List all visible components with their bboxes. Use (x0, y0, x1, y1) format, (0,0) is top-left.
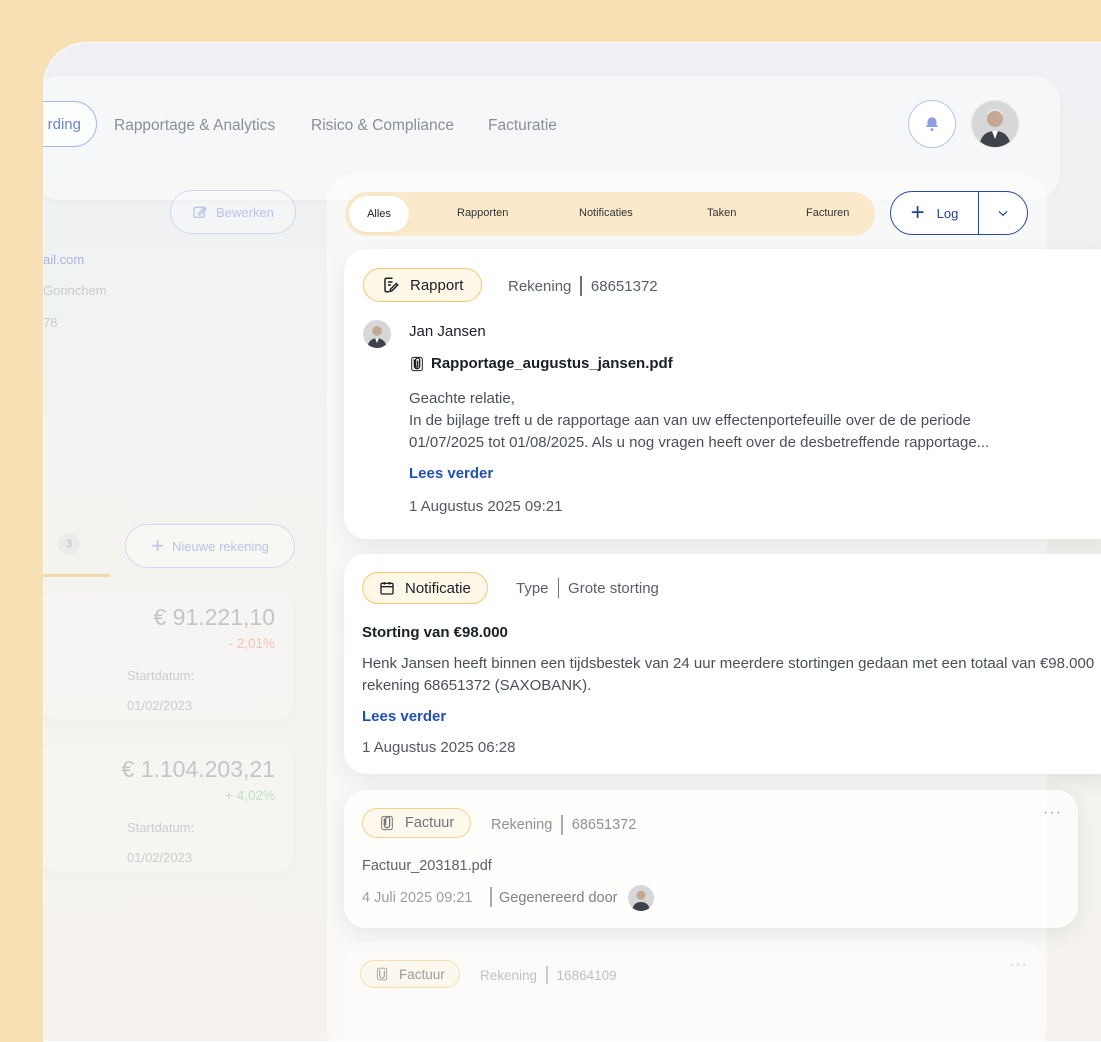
feed-item-factuur[interactable]: Factuur Rekening 16864109 ··· (344, 942, 1044, 1042)
account-card[interactable]: € 1.104.203,21 + 4,02% Startdatum: 01/02… (43, 742, 293, 872)
new-account-label: Nieuwe rekening (172, 538, 269, 554)
type-tag-label: Factuur (405, 815, 455, 831)
meta-value: 16864109 (556, 967, 617, 983)
type-tag: Notificatie (362, 572, 488, 604)
message-line: 01/07/2025 tot 01/08/2025. Als u nog vra… (409, 434, 990, 451)
read-more-link[interactable]: Lees verder (409, 465, 493, 482)
item-date: 1 Augustus 2025 06:28 (362, 739, 516, 756)
invoice-date: 4 Juli 2025 09:21 (362, 890, 473, 906)
account-start-label: Startdatum: (127, 820, 195, 835)
nav-tab-facturatie[interactable]: Facturatie (488, 117, 557, 135)
edit-button[interactable]: Bewerken (170, 190, 296, 234)
account-start-date: 01/02/2023 (127, 850, 193, 865)
client-panel: Bewerken ail.com Gorinchem 78 3 + Nieuwe… (43, 172, 323, 912)
client-phone: 78 (43, 315, 58, 330)
nav-tab-risico[interactable]: Risico & Compliance (311, 117, 454, 135)
filter-tab-alles[interactable]: Alles (349, 196, 409, 232)
meta-value: 68651372 (571, 817, 637, 833)
account-change: - 2,01% (228, 636, 275, 651)
type-tag: Factuur (360, 960, 460, 988)
log-dropdown-button[interactable] (979, 206, 1027, 220)
new-account-button[interactable]: + Nieuwe rekening (125, 524, 295, 568)
feed-item-factuur[interactable]: Factuur Rekening 68651372 ··· Factuur_20… (344, 790, 1078, 928)
filter-tab-facturen[interactable]: Facturen (806, 207, 849, 219)
filter-tab-taken[interactable]: Taken (707, 207, 736, 219)
app-window: rding Rapportage & Analytics Risico & Co… (43, 42, 1101, 1042)
calendar-icon (380, 582, 394, 595)
report-icon (384, 277, 399, 293)
item-meta: Rekening 68651372 (491, 815, 636, 835)
meta-separator (561, 815, 563, 835)
chevron-down-icon (998, 210, 1008, 217)
message-line: Henk Jansen heeft binnen een tijdsbestek… (362, 655, 1095, 672)
client-email: ail.com (43, 252, 85, 267)
meta-separator (490, 887, 492, 907)
attachment[interactable]: Rapportage_augustus_jansen.pdf (409, 355, 673, 372)
avatar (363, 320, 391, 348)
more-options-button[interactable]: ··· (1043, 804, 1062, 822)
account-start-date: 01/02/2023 (127, 698, 193, 713)
account-amount: € 1.104.203,21 (121, 756, 275, 782)
accounts-count: 3 (65, 538, 73, 550)
log-button-label: Log (936, 205, 959, 221)
invoice-icon (381, 815, 393, 831)
type-tag-label: Notificatie (405, 579, 471, 597)
invoice-file[interactable]: Factuur_203181.pdf (362, 858, 492, 874)
notification-button[interactable] (908, 100, 956, 148)
item-meta: Type Grote storting (516, 578, 659, 598)
accounts-count-badge: 3 (58, 533, 80, 555)
meta-value: 68651372 (590, 277, 658, 295)
log-button-group: + Log (890, 191, 1028, 235)
feed-item-notificatie[interactable]: Notificatie Type Grote storting Storting… (344, 554, 1101, 774)
account-change: + 4,02% (225, 788, 275, 803)
type-tag-label: Rapport (410, 276, 464, 294)
paperclip-icon (411, 356, 423, 371)
filter-tab-notificaties[interactable]: Notificaties (579, 207, 633, 219)
meta-label: Rekening (480, 967, 538, 983)
message-line: rekening 68651372 (SAXOBANK). (362, 677, 592, 694)
avatar (972, 101, 1018, 147)
item-meta: Rekening 68651372 (508, 276, 658, 296)
account-amount: € 91.221,10 (153, 604, 275, 630)
meta-separator (580, 276, 582, 296)
filter-tabs: Alles Rapporten Notificaties Taken Factu… (345, 192, 875, 236)
author-name: Jan Jansen (409, 323, 486, 340)
message-line: Geachte relatie, (409, 390, 515, 407)
nav-tab-rapportage[interactable]: Rapportage & Analytics (114, 117, 275, 135)
more-options-button[interactable]: ··· (1009, 956, 1028, 974)
type-tag: Factuur (362, 808, 472, 838)
invoice-icon (376, 967, 388, 981)
bell-icon (926, 117, 938, 132)
edit-button-label: Bewerken (216, 204, 274, 220)
item-date: 1 Augustus 2025 09:21 (409, 498, 563, 515)
read-more-link[interactable]: Lees verder (362, 708, 446, 725)
meta-label: Type (516, 579, 549, 597)
meta-separator (546, 966, 548, 984)
nav-tab-active[interactable]: rding (43, 101, 97, 147)
avatar (628, 885, 654, 911)
log-button[interactable]: + Log (891, 192, 979, 234)
notification-title: Storting van €98.000 (362, 624, 508, 641)
meta-label: Rekening (508, 277, 572, 295)
attachment-name: Rapportage_augustus_jansen.pdf (431, 355, 673, 372)
meta-label: Rekening (491, 817, 553, 833)
client-city: Gorinchem (43, 283, 107, 298)
meta-value: Grote storting (568, 579, 659, 597)
message-line: In de bijlage treft u de rapportage aan … (409, 412, 971, 429)
accounts-tab-underline (43, 574, 110, 577)
profile-button[interactable] (971, 100, 1019, 148)
meta-separator (557, 578, 560, 598)
account-start-label: Startdatum: (127, 668, 195, 683)
edit-icon (193, 206, 208, 218)
type-tag: Rapport (363, 268, 483, 302)
nav-tab-active-label: rding (47, 115, 81, 133)
generated-by-label: Gegenereerd door (499, 890, 618, 906)
type-tag-label: Factuur (399, 966, 445, 982)
feed-item-rapport[interactable]: Rapport Rekening 68651372 Jan Jansen Rap… (344, 249, 1101, 539)
filter-tab-rapporten[interactable]: Rapporten (457, 207, 508, 219)
item-meta: Rekening 16864109 (480, 966, 617, 984)
account-card[interactable]: € 91.221,10 - 2,01% Startdatum: 01/02/20… (43, 590, 293, 720)
